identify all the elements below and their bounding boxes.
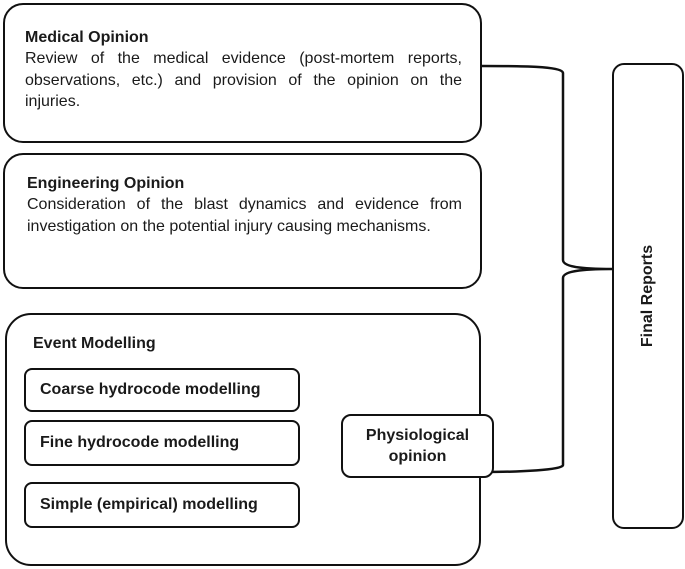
medical-opinion-description: Review of the medical evidence (post-mor…	[25, 50, 462, 110]
medical-opinion-box: Medical Opinion Review of the medical ev…	[3, 3, 482, 143]
fine-hydrocode-box: Fine hydrocode modelling	[24, 420, 300, 466]
engineering-opinion-box: Engineering Opinion Consideration of the…	[3, 153, 482, 289]
final-reports-label: Final Reports	[639, 244, 656, 348]
event-modelling-title: Event Modelling	[33, 335, 156, 352]
simple-empirical-box: Simple (empirical) modelling	[24, 482, 300, 528]
physiological-opinion-box: Physiological opinion	[341, 414, 494, 478]
engineering-opinion-title: Engineering Opinion	[27, 175, 185, 192]
coarse-hydrocode-box: Coarse hydrocode modelling	[24, 368, 300, 412]
medical-opinion-title: Medical Opinion	[25, 29, 149, 46]
final-brace	[481, 64, 613, 474]
engineering-opinion-description: Consideration of the blast dynamics and …	[27, 196, 462, 235]
